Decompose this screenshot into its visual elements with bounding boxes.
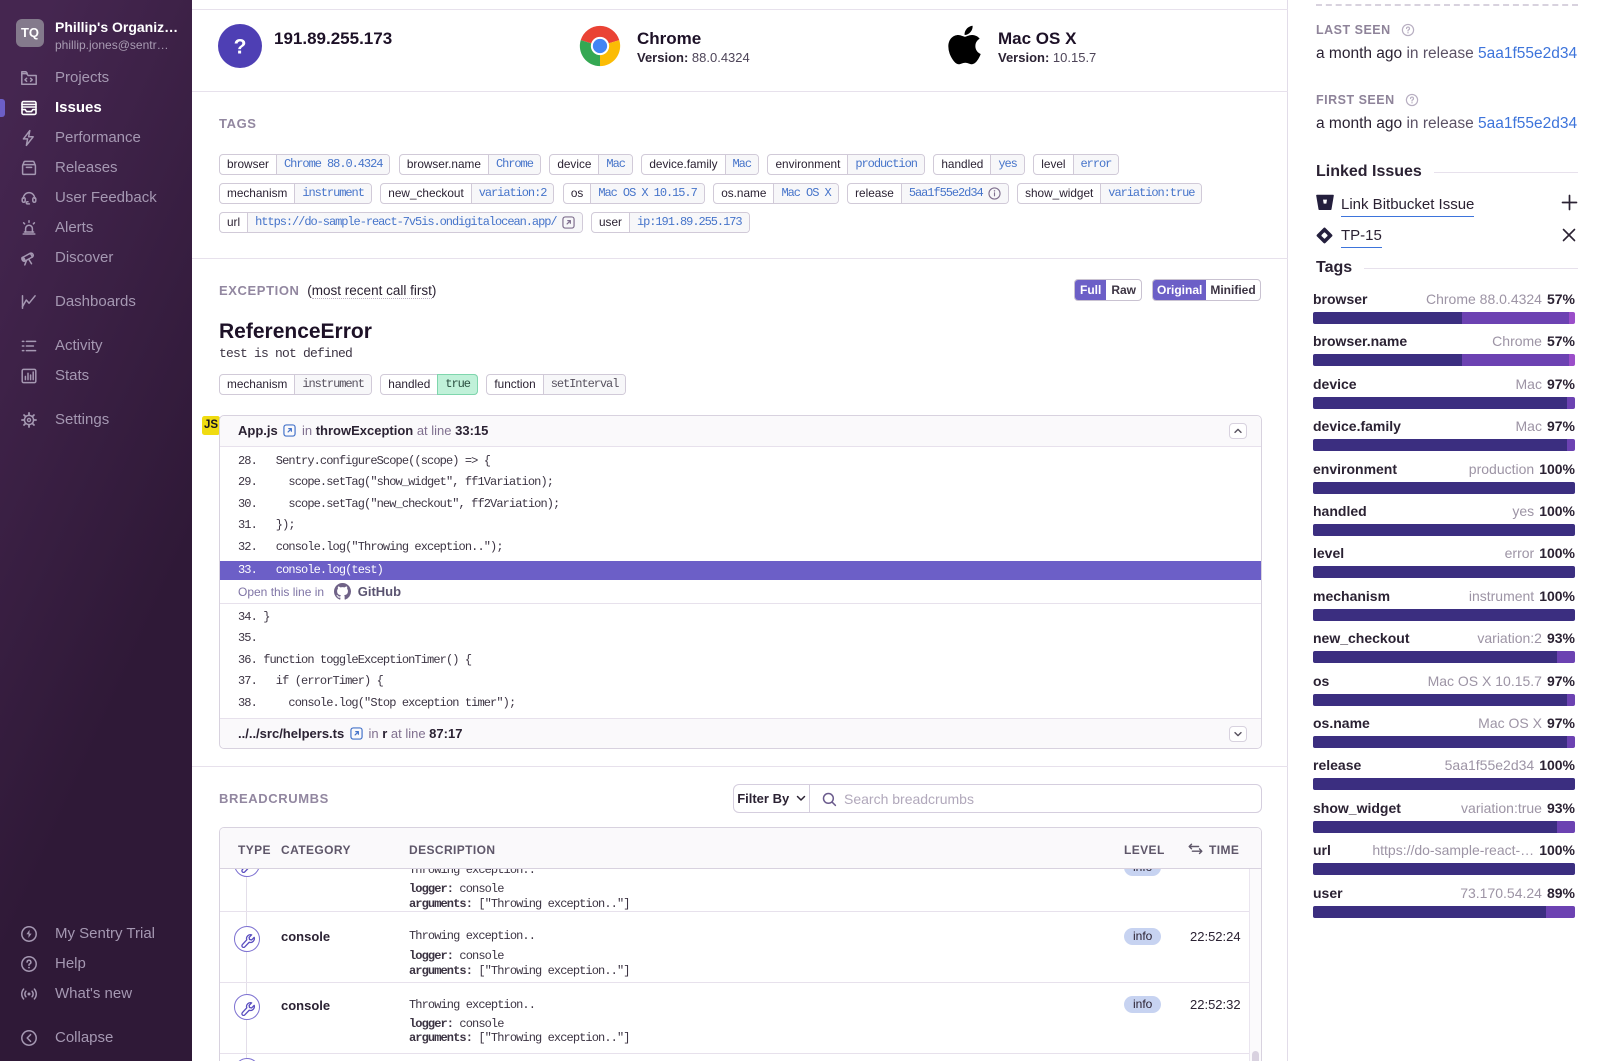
- svg-text:?: ?: [234, 36, 247, 59]
